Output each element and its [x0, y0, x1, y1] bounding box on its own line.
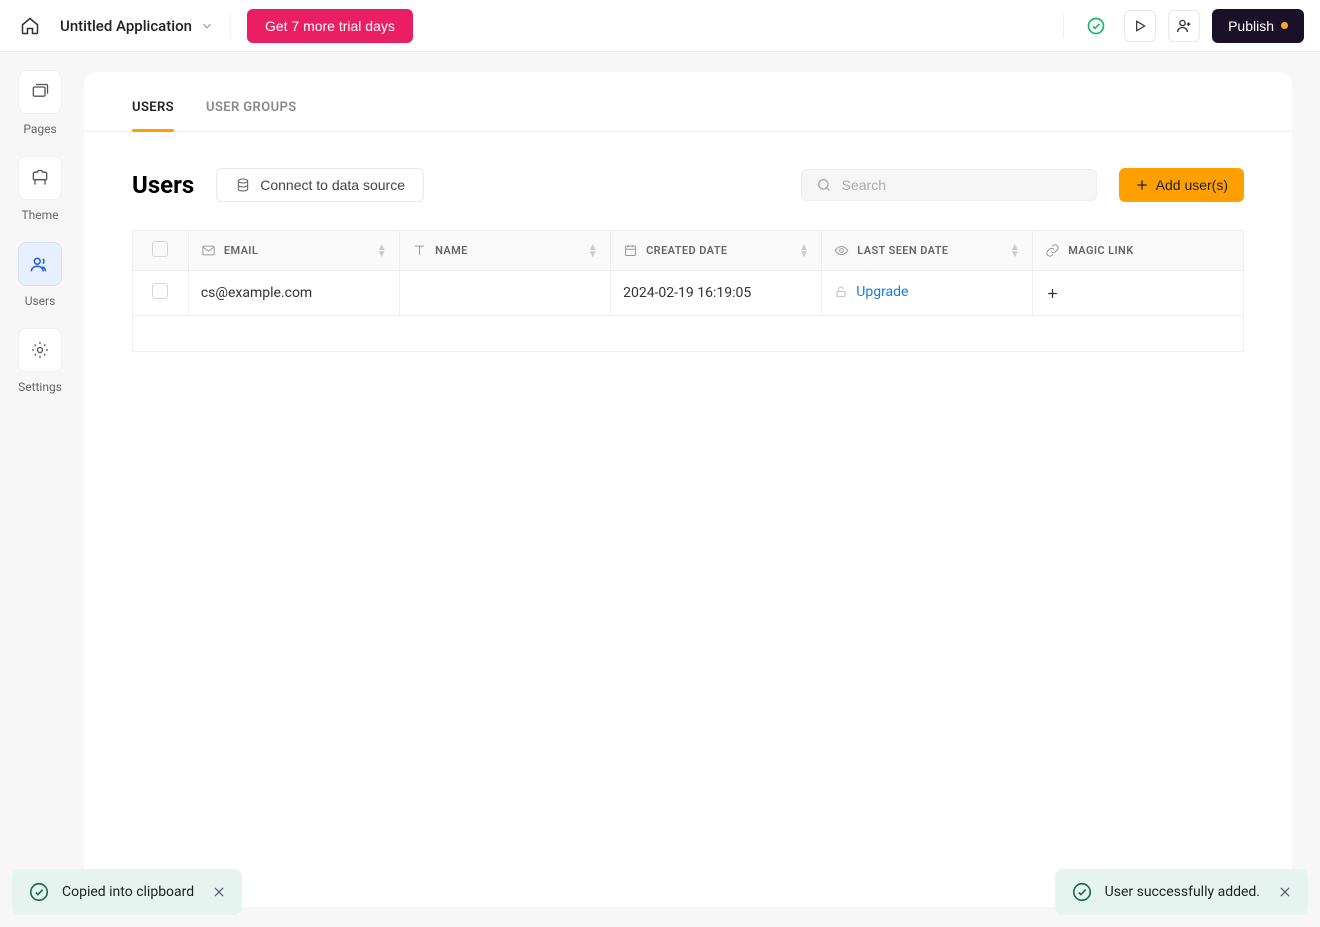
status-button[interactable] [1080, 10, 1112, 42]
publish-button[interactable]: Publish [1212, 9, 1304, 43]
search-icon [816, 177, 832, 193]
sort-icon: ▲▼ [377, 244, 387, 258]
cell-created-date: 2024-02-19 16:19:05 [611, 271, 822, 316]
toast-message: Copied into clipboard [62, 884, 194, 900]
toast-clipboard: Copied into clipboard [12, 869, 242, 915]
database-icon [235, 177, 251, 193]
column-created-date[interactable]: CREATED DATE ▲▼ [611, 231, 822, 271]
cell-magic-link-add[interactable] [1033, 271, 1244, 316]
users-icon [18, 242, 62, 286]
chevron-down-icon [200, 19, 214, 33]
upgrade-link[interactable]: Upgrade [834, 284, 908, 300]
sidebar-item-label: Theme [21, 208, 58, 222]
link-icon [1045, 243, 1060, 258]
check-circle-icon [1086, 16, 1106, 36]
add-user-label: Add user(s) [1156, 177, 1228, 193]
cell-email: cs@example.com [188, 271, 399, 316]
sidebar-item-pages[interactable]: Pages [18, 70, 62, 136]
sidebar: Pages Theme Users Settings [0, 52, 80, 927]
column-label: LAST SEEN DATE [857, 244, 948, 257]
connect-label: Connect to data source [260, 177, 405, 193]
upgrade-label: Upgrade [856, 284, 908, 300]
app-title-dropdown[interactable]: Untitled Application [60, 17, 214, 35]
toast-user-added: User successfully added. [1055, 869, 1308, 915]
pages-icon [18, 70, 62, 114]
toast-close-button[interactable] [1278, 885, 1292, 899]
close-icon [212, 885, 226, 899]
toast-close-button[interactable] [212, 885, 226, 899]
column-email[interactable]: EMAIL ▲▼ [188, 231, 399, 271]
person-plus-icon [1175, 17, 1193, 35]
search-field[interactable] [801, 169, 1097, 201]
tabs: USERS USER GROUPS [84, 72, 1292, 132]
sort-icon: ▲▼ [1010, 244, 1020, 258]
status-dot-icon [1281, 22, 1288, 29]
app-title: Untitled Application [60, 17, 192, 35]
checkbox-icon [152, 283, 168, 299]
connect-data-source-button[interactable]: Connect to data source [216, 168, 424, 202]
lock-open-icon [834, 285, 848, 299]
sidebar-item-label: Users [25, 294, 56, 308]
sidebar-item-theme[interactable]: Theme [18, 156, 62, 222]
play-icon [1132, 18, 1148, 34]
top-bar: Untitled Application Get 7 more trial da… [0, 0, 1320, 52]
settings-icon [18, 328, 62, 372]
column-magic-link[interactable]: MAGIC LINK [1033, 231, 1244, 271]
column-label: CREATED DATE [646, 244, 727, 257]
column-label: EMAIL [224, 244, 258, 257]
check-circle-icon [1071, 881, 1093, 903]
text-icon [412, 243, 427, 258]
column-last-seen[interactable]: LAST SEEN DATE ▲▼ [822, 231, 1033, 271]
mail-icon [201, 243, 216, 258]
sidebar-item-users[interactable]: Users [18, 242, 62, 308]
tab-users[interactable]: USERS [132, 72, 174, 131]
column-label: MAGIC LINK [1068, 244, 1133, 257]
divider [1063, 14, 1064, 38]
search-input[interactable] [842, 177, 1082, 193]
home-icon [20, 16, 40, 36]
preview-button[interactable] [1124, 10, 1156, 42]
eye-icon [834, 243, 849, 258]
check-circle-icon [28, 881, 50, 903]
table-row[interactable]: cs@example.com 2024-02-19 16:19:05 Upgra… [133, 271, 1244, 316]
cell-name [400, 271, 611, 316]
tab-user-groups[interactable]: USER GROUPS [206, 72, 297, 131]
sidebar-item-label: Pages [23, 122, 56, 136]
row-checkbox[interactable] [133, 271, 189, 316]
plus-icon [1135, 178, 1149, 192]
cell-last-seen: Upgrade [822, 271, 1033, 316]
column-name[interactable]: NAME ▲▼ [400, 231, 611, 271]
share-button[interactable] [1168, 10, 1200, 42]
select-all-header[interactable] [133, 231, 189, 271]
sidebar-item-label: Settings [18, 380, 62, 394]
close-icon [1278, 885, 1292, 899]
page-title: Users [132, 171, 194, 199]
table-footer [132, 316, 1244, 352]
sidebar-item-settings[interactable]: Settings [18, 328, 62, 394]
calendar-icon [623, 243, 638, 258]
content-card: USERS USER GROUPS Users Connect to data … [84, 72, 1292, 907]
add-user-button[interactable]: Add user(s) [1119, 168, 1244, 202]
checkbox-icon [152, 241, 168, 257]
trial-button[interactable]: Get 7 more trial days [247, 9, 413, 43]
plus-icon [1045, 286, 1060, 301]
home-button[interactable] [16, 12, 44, 40]
sort-icon: ▲▼ [799, 244, 809, 258]
theme-icon [18, 156, 62, 200]
divider [230, 14, 231, 38]
sort-icon: ▲▼ [588, 244, 598, 258]
publish-label: Publish [1228, 18, 1274, 34]
users-table: EMAIL ▲▼ NAME ▲▼ [132, 230, 1244, 316]
toast-message: User successfully added. [1105, 884, 1260, 900]
column-label: NAME [435, 244, 468, 257]
